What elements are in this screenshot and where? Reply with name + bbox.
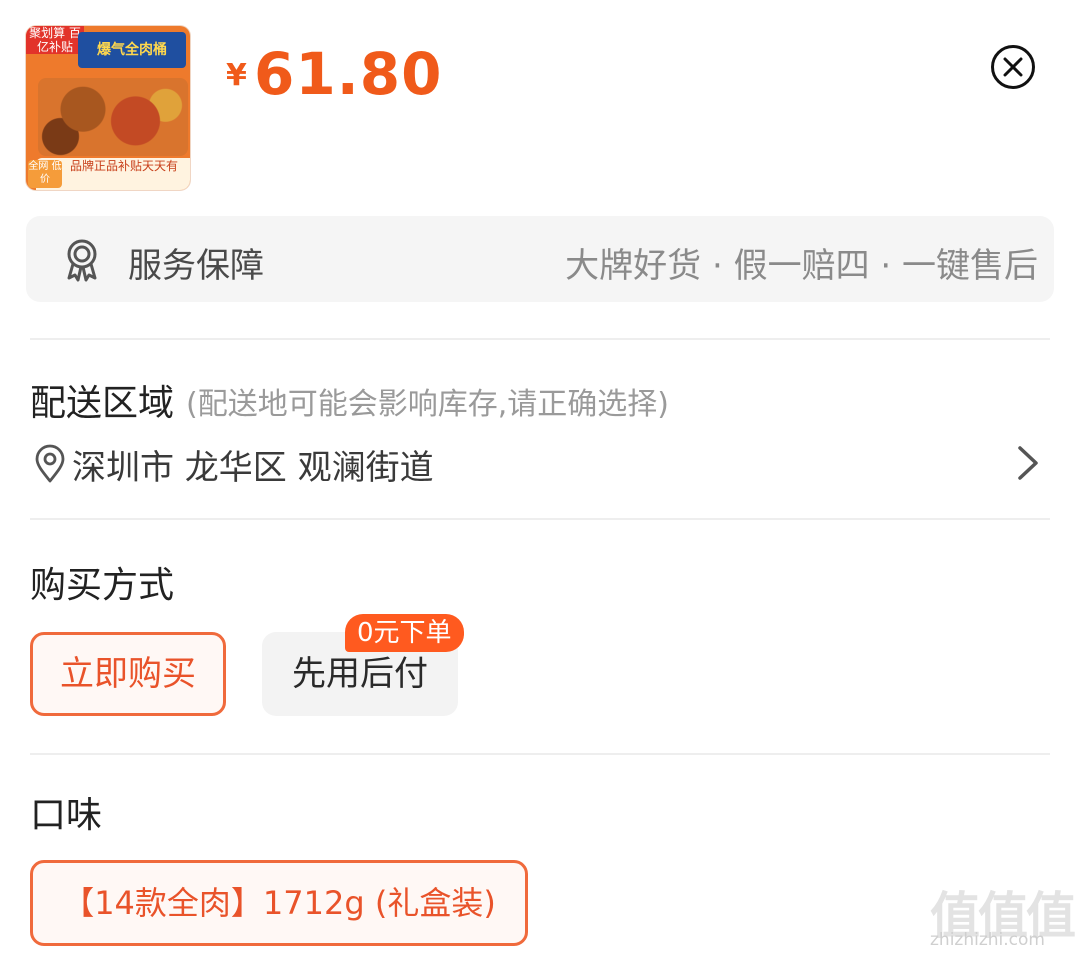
- promo-badge: 0元下单: [345, 614, 464, 652]
- chevron-right-icon[interactable]: [1012, 442, 1042, 484]
- delivery-hint: (配送地可能会影响库存,请正确选择): [186, 387, 669, 422]
- product-thumbnail: 聚划算 百亿补贴 爆气全肉桶 品牌正品补贴天天有 全网 低价: [26, 26, 190, 190]
- product-image-title: 爆气全肉桶: [78, 32, 186, 68]
- service-description: 大牌好货 · 假一赔四 · 一键售后: [565, 246, 1038, 286]
- location-pin-icon: [32, 444, 68, 484]
- service-label: 服务保障: [128, 246, 264, 286]
- purchase-method-title: 购买方式: [30, 565, 175, 606]
- product-image-badge: 全网 低价: [28, 160, 62, 188]
- product-image-food: [38, 78, 188, 156]
- certificate-icon: [58, 234, 106, 282]
- watermark-url: zhizhizhi.com: [930, 930, 1045, 950]
- price: 61.80: [254, 40, 443, 108]
- divider: [30, 753, 1050, 755]
- close-circle-icon: [991, 45, 1035, 89]
- delivery-title: 配送区域: [30, 383, 175, 424]
- currency-symbol: ¥: [226, 58, 247, 93]
- divider: [30, 338, 1050, 340]
- divider: [30, 518, 1050, 520]
- flavor-option[interactable]: 【14款全肉】1712g (礼盒装): [30, 860, 528, 946]
- product-image-tag: 聚划算 百亿补贴: [26, 26, 84, 54]
- delivery-address[interactable]: 深圳市 龙华区 观澜街道: [72, 440, 434, 489]
- flavor-title: 口味: [30, 795, 103, 836]
- close-button[interactable]: [990, 44, 1036, 90]
- buy-now-option[interactable]: 立即购买: [30, 632, 226, 716]
